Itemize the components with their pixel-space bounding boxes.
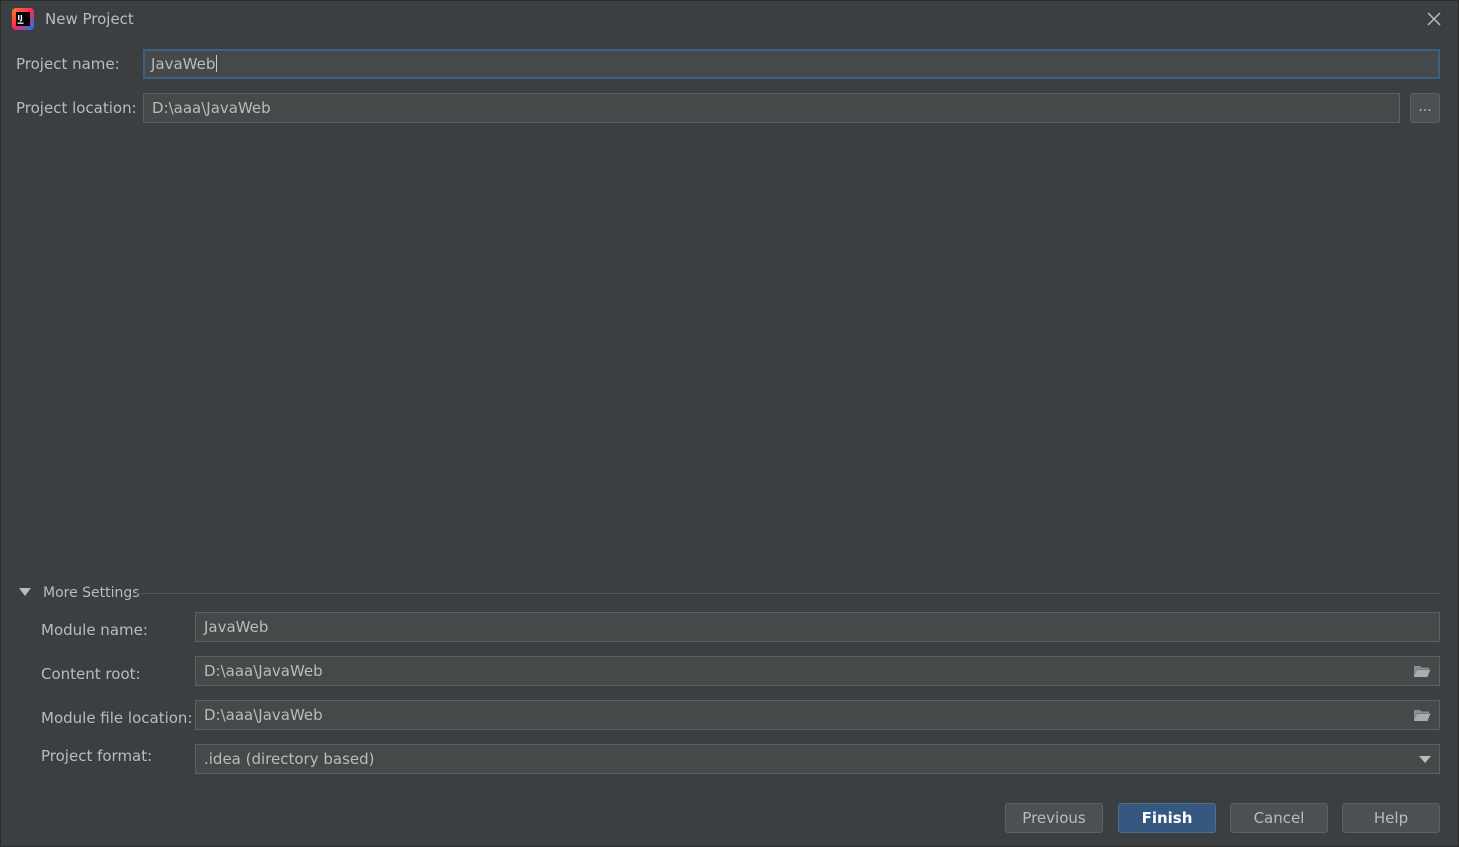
triangle-down-icon: [19, 588, 31, 596]
project-name-value: JavaWeb: [151, 55, 216, 73]
project-format-value: .idea (directory based): [204, 750, 375, 768]
module-name-value: JavaWeb: [204, 618, 269, 636]
intellij-idea-icon: IJ: [12, 8, 34, 30]
folder-icon[interactable]: [1413, 707, 1431, 723]
section-divider: [134, 593, 1440, 594]
content-root-label: Content root:: [41, 665, 141, 683]
module-file-location-value: D:\aaa\JavaWeb: [204, 706, 323, 724]
content-root-value: D:\aaa\JavaWeb: [204, 662, 323, 680]
module-file-location-input[interactable]: D:\aaa\JavaWeb: [195, 700, 1440, 730]
title-bar: IJ New Project: [1, 1, 1458, 37]
project-location-input[interactable]: D:\aaa\JavaWeb: [143, 93, 1400, 123]
help-button[interactable]: Help: [1342, 803, 1440, 833]
more-settings-title: More Settings: [43, 585, 140, 601]
new-project-dialog: IJ New Project Project name: JavaWeb Pro…: [0, 0, 1459, 847]
project-name-input[interactable]: JavaWeb: [143, 49, 1440, 79]
content-root-input[interactable]: D:\aaa\JavaWeb: [195, 656, 1440, 686]
project-location-label: Project location:: [16, 99, 137, 117]
project-location-value: D:\aaa\JavaWeb: [152, 99, 271, 117]
project-format-select[interactable]: .idea (directory based): [195, 744, 1440, 774]
svg-text:IJ: IJ: [18, 14, 23, 22]
browse-location-button[interactable]: ...: [1410, 93, 1440, 123]
folder-icon[interactable]: [1413, 663, 1431, 679]
cancel-button[interactable]: Cancel: [1230, 803, 1328, 833]
chevron-down-icon: [1419, 756, 1431, 763]
project-format-label: Project format:: [41, 747, 153, 765]
previous-button[interactable]: Previous: [1005, 803, 1103, 833]
text-caret: [216, 54, 218, 72]
dialog-title: New Project: [45, 10, 134, 28]
finish-button[interactable]: Finish: [1118, 803, 1216, 833]
module-name-input[interactable]: JavaWeb: [195, 612, 1440, 642]
close-icon[interactable]: [1424, 9, 1444, 29]
project-name-label: Project name:: [16, 55, 120, 73]
module-name-label: Module name:: [41, 621, 148, 639]
module-file-location-label: Module file location:: [41, 709, 193, 727]
